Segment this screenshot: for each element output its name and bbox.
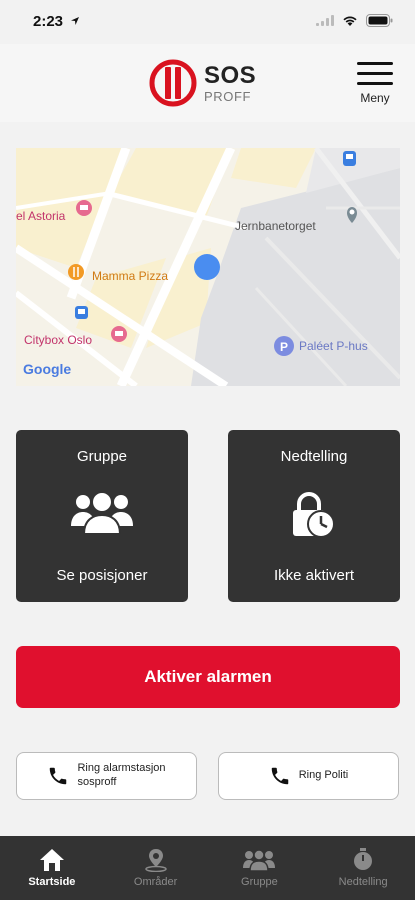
activate-alarm-label: Aktiver alarmen: [144, 667, 272, 686]
countdown-card-title: Nedtelling: [280, 448, 348, 465]
tab-group-label: Gruppe: [241, 876, 278, 888]
menu-label: Meny: [360, 91, 390, 105]
map-label-jernbanetorget: Jernbanetorget: [235, 219, 316, 233]
app-header: SOS PROFF Meny: [0, 44, 415, 122]
tab-home-label: Startside: [28, 876, 76, 888]
restaurant-pin-icon: [68, 264, 84, 280]
tab-countdown-label: Nedtelling: [338, 876, 388, 888]
location-pin-icon: [144, 849, 167, 872]
user-location-dot: [194, 254, 220, 280]
parking-pin-icon: P: [274, 336, 294, 356]
sos-proff-logo: SOS PROFF: [148, 58, 256, 108]
logo-subtitle: PROFF: [204, 88, 252, 104]
map-label-mamma-pizza: Mamma Pizza: [92, 269, 168, 283]
phone-icon: [50, 767, 67, 785]
group-card-subtitle: Se posisjoner: [56, 567, 148, 584]
menu-button[interactable]: Meny: [355, 62, 395, 105]
map-view[interactable]: P el Astoria Mamma Pizza Citybox Oslo Je…: [16, 148, 400, 386]
call-police-label: Ring Politi: [298, 769, 349, 782]
group-card[interactable]: Gruppe Se posisjoner: [16, 430, 188, 602]
stopwatch-icon: [354, 848, 373, 870]
logo-title: SOS: [204, 61, 257, 89]
hotel-pin-icon: [76, 200, 92, 216]
map-label-citybox: Citybox Oslo: [24, 333, 92, 347]
battery-icon: [366, 14, 393, 27]
group-icon: [69, 488, 135, 543]
tab-group[interactable]: Gruppe: [208, 836, 312, 900]
bus-stop-icon: [75, 306, 88, 319]
map-label-paleet: Paléet P-hus: [299, 339, 368, 353]
logo-text: SOS PROFF: [204, 61, 257, 104]
tab-areas[interactable]: Områder: [104, 836, 208, 900]
call-alarm-station-line1: Ring alarmstasjon: [77, 762, 166, 775]
countdown-card[interactable]: Nedtelling Ikke aktivert: [228, 430, 400, 602]
svg-text:P: P: [280, 340, 288, 354]
wifi-icon: [343, 15, 357, 26]
status-bar: 2:23: [0, 0, 415, 44]
call-alarm-station-line2: sosproff: [77, 776, 117, 788]
call-alarm-station-label: Ring alarmstasjon sosproff: [77, 762, 165, 790]
group-card-title: Gruppe: [76, 448, 128, 465]
call-police-button[interactable]: Ring Politi: [218, 752, 399, 800]
home-icon: [39, 849, 64, 871]
activate-alarm-button[interactable]: Aktiver alarmen: [16, 646, 400, 708]
tab-home[interactable]: Startside: [0, 836, 104, 900]
group-icon: [243, 849, 276, 872]
status-icons: [316, 14, 393, 27]
lock-clock-icon: [289, 492, 339, 547]
transit-icon: [343, 151, 356, 166]
tab-areas-label: Områder: [133, 876, 178, 888]
status-time: 2:23: [33, 13, 80, 30]
map-provider-logo: Google: [23, 361, 71, 377]
hotel-pin-icon: [111, 326, 127, 342]
phone-icon: [271, 767, 288, 785]
call-alarm-station-button[interactable]: Ring alarmstasjon sosproff: [16, 752, 197, 800]
status-time-text: 2:23: [33, 13, 64, 30]
tab-countdown[interactable]: Nedtelling: [311, 836, 415, 900]
signal-icon: [316, 15, 334, 26]
bottom-tab-bar: Startside Områder Gruppe Nedtelling: [0, 836, 415, 900]
map-canvas[interactable]: P el Astoria Mamma Pizza Citybox Oslo Je…: [16, 148, 400, 386]
hamburger-icon: [355, 62, 395, 85]
location-arrow-icon: [71, 17, 80, 25]
countdown-card-subtitle: Ikke aktivert: [273, 567, 355, 584]
map-label-astoria: el Astoria: [16, 209, 66, 223]
logo-mark-icon: [149, 59, 197, 107]
